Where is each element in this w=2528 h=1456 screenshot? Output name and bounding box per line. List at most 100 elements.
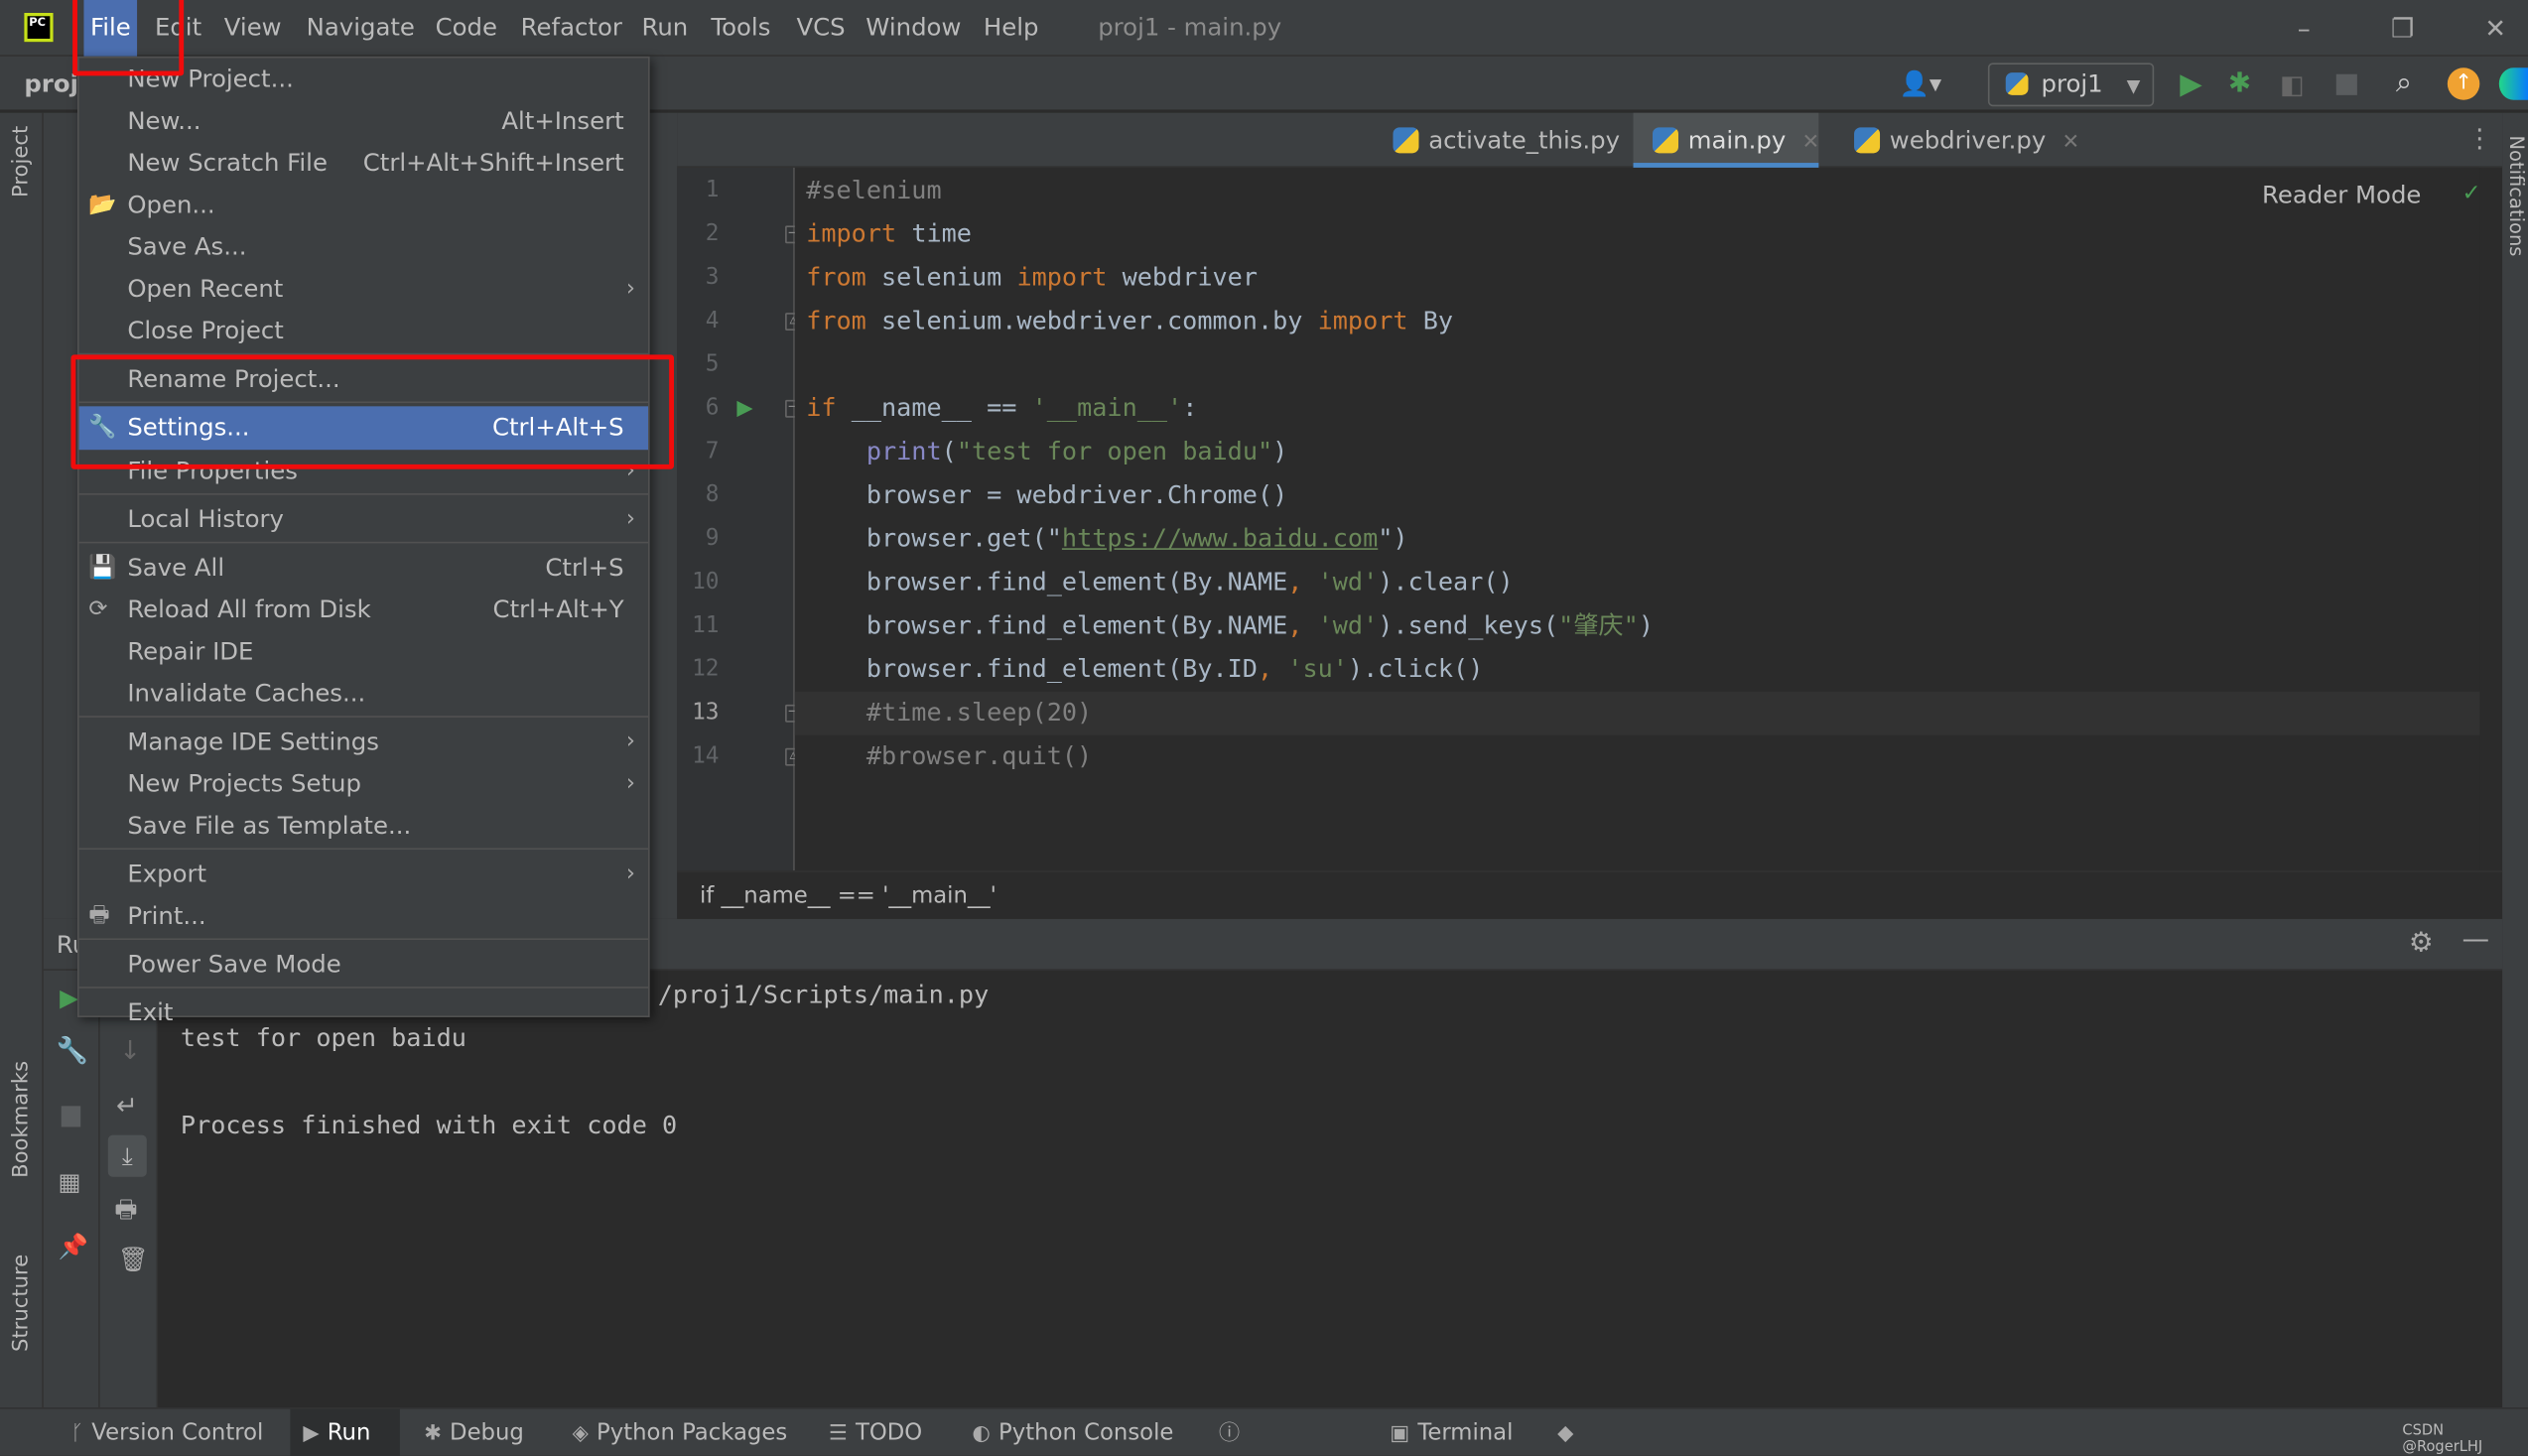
toolwindow-version-control[interactable]: ᚴ Version Control (58, 1409, 283, 1456)
save-icon: 💾 (88, 554, 117, 581)
code-line: browser.find_element(By.ID, 'su').click(… (795, 648, 2479, 692)
menu-help[interactable]: Help (977, 0, 1045, 57)
minimize-panel-icon[interactable]: — (2461, 924, 2489, 956)
toolwindow-python-packages[interactable]: ◈ Python Packages (560, 1409, 802, 1456)
menu-item-reload-all-from-disk[interactable]: ⟳ Reload All from Disk Ctrl+Alt+Y (79, 589, 648, 630)
close-tab-icon[interactable]: ✕ (1802, 131, 1820, 155)
stop-icon[interactable] (61, 1106, 81, 1127)
code-token: if (806, 393, 837, 423)
reader-mode-button[interactable]: Reader Mode (2262, 181, 2421, 209)
toolwindow-terminal[interactable]: ▣ Terminal (1377, 1409, 1530, 1456)
watermark: CSDN @RogerLHJ (2402, 1423, 2483, 1456)
structure-tool-button[interactable]: Structure (10, 1255, 34, 1352)
toolwindow-python-console[interactable]: ◐ Python Console (960, 1409, 1190, 1456)
run-toolbar-primary: ▶ 🔧 ▦ 📌 (43, 970, 100, 1408)
menu-item-manage-ide-settings[interactable]: Manage IDE Settings › (79, 721, 648, 762)
menu-code[interactable]: Code (429, 0, 503, 57)
rerun-icon[interactable]: ▶ (60, 984, 78, 1012)
scroll-to-end-icon[interactable]: ⤓ (107, 1134, 147, 1177)
menu-item-save-as[interactable]: Save As... (79, 225, 648, 267)
menu-item-print[interactable]: 🖶 Print... (79, 895, 648, 937)
editor-breadcrumb[interactable]: if __name__ == '__main__' (677, 870, 2503, 919)
check-icon: ✓ (2461, 180, 2481, 206)
debug-icon[interactable]: ✱ (2228, 67, 2251, 99)
toolwindow-label: Run (327, 1420, 371, 1447)
menu-item-open[interactable]: 📂 Open... (79, 184, 648, 225)
run-config-selector[interactable]: proj1 ▼ (1987, 63, 2155, 107)
menu-item-save-file-as-template[interactable]: Save File as Template... (79, 805, 648, 847)
tab-webdriver-py[interactable]: webdriver.py ✕ (1835, 113, 2079, 168)
menu-item-save-all[interactable]: 💾 Save All Ctrl+S (79, 547, 648, 589)
menu-bar: PC File Edit View Navigate Code Refactor Run To… (0, 0, 2528, 57)
coverage-icon[interactable]: ◧ (2280, 69, 2305, 100)
menu-tools[interactable]: Tools (705, 0, 777, 57)
gear-icon[interactable]: ⚙ (2409, 927, 2434, 959)
wrench-icon[interactable]: 🔧 (57, 1035, 88, 1066)
right-tool-stripe: Notifications (2502, 112, 2528, 1408)
code-line: print("test for open baidu") (795, 431, 2479, 474)
menu-item-label: New... (127, 106, 201, 136)
run-console[interactable]: /proj1/Scripts/main.py test for open bai… (158, 970, 2503, 1408)
search-icon[interactable]: ⌕ (2396, 66, 2412, 100)
menu-item-new[interactable]: New... Alt+Insert (79, 100, 648, 142)
account-icon[interactable]: 👤▾ (1900, 69, 1942, 98)
menu-item-local-history[interactable]: Local History › (79, 498, 648, 540)
menu-item-label: Open Recent (127, 274, 284, 304)
toolwindow-debug[interactable]: ✱ Debug (411, 1409, 543, 1456)
soft-wrap-icon[interactable]: ↵ (116, 1090, 138, 1121)
project-breadcrumb[interactable]: proj (24, 57, 78, 113)
minimize-button[interactable]: – (2298, 0, 2311, 57)
bookmarks-tool-button[interactable]: Bookmarks (10, 1061, 34, 1178)
toolwindow-run[interactable]: ▶ Run (290, 1408, 400, 1456)
close-button[interactable]: ✕ (2484, 0, 2506, 57)
code-token: browser.find_element(By.ID (806, 654, 1258, 684)
code-token: '__main__' (1031, 393, 1183, 423)
tab-activate_this-py[interactable]: activate_this.py✕ (1374, 113, 1654, 168)
code-line: browser.find_element(By.NAME, 'wd').clea… (795, 561, 2479, 604)
tab-main-py[interactable]: main.py ✕ (1633, 112, 1820, 168)
menu-run[interactable]: Run (635, 0, 695, 57)
stop-icon[interactable] (2335, 73, 2357, 95)
toolwindow-services[interactable]: ◆Services (1544, 1409, 1689, 1456)
file-menu: New Project... New... Alt+Insert New Scratc… (76, 56, 650, 1027)
code-editor[interactable]: Reader Mode ✓ #selenium import time from s… (794, 167, 2481, 871)
more-tabs-icon[interactable]: ⋮ (2466, 122, 2492, 153)
menu-item-exit[interactable]: Exit (79, 992, 648, 1033)
code-token: from (806, 262, 866, 293)
python-file-icon (1393, 127, 1419, 154)
code-token[interactable]: https://www.baidu.com (1062, 524, 1378, 553)
chevron-right-icon: › (625, 728, 636, 755)
toolwindow-todo[interactable]: ☰ TODO (816, 1409, 938, 1456)
layout-icon[interactable]: ▦ (58, 1167, 80, 1196)
update-icon[interactable]: ↑ (2447, 67, 2480, 100)
terminal-icon: ▣ (1390, 1421, 1410, 1447)
menu-vcs[interactable]: VCS (790, 0, 852, 57)
menu-item-close-project[interactable]: Close Project (79, 310, 648, 351)
code-token: browser.get( (806, 523, 1047, 554)
notifications-tool-button[interactable]: Notifications (2505, 135, 2528, 256)
menu-item-invalidate-caches[interactable]: Invalidate Caches... (79, 672, 648, 714)
menu-item-label: Save All (127, 553, 225, 583)
restore-button[interactable]: ❐ (2391, 0, 2414, 57)
project-tool-button[interactable]: Project (10, 126, 34, 198)
tab-label: activate_this.py (1428, 125, 1621, 155)
run-gutter-icon[interactable]: ▶ (736, 397, 752, 421)
run-icon[interactable]: ▶ (2180, 67, 2201, 101)
print-icon[interactable]: 🖶 (114, 1193, 137, 1234)
menu-item-power-save-mode[interactable]: Power Save Mode (79, 943, 648, 985)
jetbrains-icon[interactable] (2498, 67, 2528, 100)
menu-navigate[interactable]: Navigate (300, 0, 421, 57)
menu-item-open-recent[interactable]: Open Recent › (79, 268, 648, 310)
menu-view[interactable]: View (217, 0, 288, 57)
menu-item-new-projects-setup[interactable]: New Projects Setup › (79, 762, 648, 804)
pin-icon[interactable]: 📌 (58, 1232, 87, 1260)
menu-window[interactable]: Window (860, 0, 968, 57)
menu-item-export[interactable]: Export › (79, 853, 648, 894)
trash-icon[interactable]: 🗑 (118, 1245, 149, 1273)
menu-item-new-scratch-file[interactable]: New Scratch File Ctrl+Alt+Shift+Insert (79, 142, 648, 184)
close-tab-icon[interactable]: ✕ (2062, 131, 2080, 155)
scroll-down-icon[interactable]: ↓ (119, 1035, 141, 1066)
menu-refactor[interactable]: Refactor (514, 0, 628, 57)
toolwindow-problems[interactable]: ⓘProblems (1206, 1409, 1364, 1456)
menu-item-repair-ide[interactable]: Repair IDE (79, 630, 648, 672)
